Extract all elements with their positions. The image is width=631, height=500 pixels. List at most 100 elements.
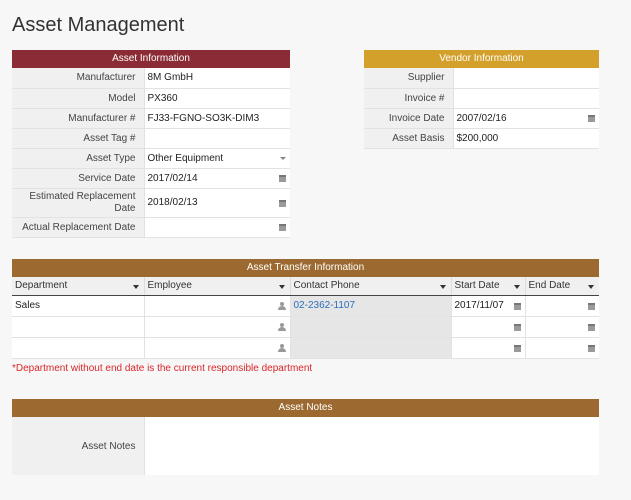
transfer-note: *Department without end date is the curr… xyxy=(12,363,313,374)
field-row-asset-basis: Asset Basis $200,000 xyxy=(364,128,599,149)
department-cell[interactable]: Sales xyxy=(12,295,145,317)
field-label: Service Date xyxy=(12,168,145,189)
column-label: Employee xyxy=(147,280,192,292)
start-date-cell[interactable] xyxy=(451,337,526,359)
calendar-icon[interactable] xyxy=(279,199,286,207)
table-row: Sales 02-2362-1107 2017/11/07 xyxy=(12,295,599,317)
asset-basis-field[interactable]: $200,000 xyxy=(453,128,599,149)
chevron-down-icon[interactable] xyxy=(280,157,286,160)
field-label: Model xyxy=(12,88,145,109)
field-label: Asset Tag # xyxy=(12,128,145,149)
asset-tag-field[interactable] xyxy=(144,128,290,149)
vendor-info-form: Supplier Invoice # Invoice Date 2007/02/… xyxy=(364,68,599,149)
calendar-icon[interactable] xyxy=(588,323,595,331)
department-cell[interactable] xyxy=(12,337,145,359)
table-row xyxy=(12,337,599,359)
field-row-manufacturer: Manufacturer 8M GmbH xyxy=(12,68,290,89)
field-row-asset-notes: Asset Notes xyxy=(12,417,599,475)
field-row-estimated-replacement-date: Estimated Replacement Date 2018/02/13 xyxy=(12,188,290,218)
department-cell[interactable] xyxy=(12,316,145,338)
grid-header-row: Department Employee Contact Phone Start … xyxy=(12,277,599,296)
column-header-end-date[interactable]: End Date xyxy=(525,277,599,296)
person-icon[interactable] xyxy=(277,322,286,331)
end-date-cell[interactable] xyxy=(525,316,599,338)
column-label: Start Date xyxy=(454,280,500,292)
model-field[interactable]: PX360 xyxy=(144,88,290,109)
estimated-replacement-date-value: 2018/02/13 xyxy=(147,197,198,208)
column-label: End Date xyxy=(528,280,571,292)
field-row-model: Model PX360 xyxy=(12,88,290,109)
calendar-icon[interactable] xyxy=(588,302,595,310)
table-row xyxy=(12,316,599,338)
start-date-value: 2017/11/07 xyxy=(454,300,504,311)
asset-notes-form: Asset Notes xyxy=(12,417,599,475)
field-label: Supplier xyxy=(364,68,454,89)
vendor-info-header: Vendor Information xyxy=(364,50,599,68)
person-icon[interactable] xyxy=(277,301,286,310)
employee-cell[interactable] xyxy=(144,316,291,338)
calendar-icon[interactable] xyxy=(513,323,521,331)
column-header-contact-phone[interactable]: Contact Phone xyxy=(290,277,452,296)
field-row-actual-replacement-date: Actual Replacement Date xyxy=(12,217,290,238)
contact-phone-link[interactable]: 02-2362-1107 xyxy=(294,300,356,311)
field-label: Invoice # xyxy=(364,88,454,109)
chevron-down-icon[interactable] xyxy=(588,285,594,289)
service-date-field[interactable]: 2017/02/14 xyxy=(144,168,290,189)
field-label: Actual Replacement Date xyxy=(12,217,145,238)
calendar-icon[interactable] xyxy=(513,344,521,352)
actual-replacement-date-field[interactable] xyxy=(144,217,290,238)
estimated-replacement-date-field[interactable]: 2018/02/13 xyxy=(144,188,290,218)
chevron-down-icon[interactable] xyxy=(132,285,139,289)
asset-notes-header: Asset Notes xyxy=(12,399,599,417)
field-label: Asset Type xyxy=(12,148,145,169)
person-icon[interactable] xyxy=(277,343,286,352)
column-header-start-date[interactable]: Start Date xyxy=(451,277,526,296)
field-label: Asset Notes xyxy=(12,417,145,475)
field-label: Manufacturer xyxy=(12,68,145,89)
transfer-grid: Department Employee Contact Phone Start … xyxy=(12,277,599,359)
field-row-service-date: Service Date 2017/02/14 xyxy=(12,168,290,189)
asset-notes-textarea[interactable] xyxy=(144,417,599,475)
manufacturer-field[interactable]: 8M GmbH xyxy=(144,68,290,89)
calendar-icon[interactable] xyxy=(588,344,595,352)
end-date-cell[interactable] xyxy=(525,337,599,359)
field-label: Asset Basis xyxy=(364,128,454,149)
column-header-department[interactable]: Department xyxy=(12,277,145,296)
contact-phone-cell: 02-2362-1107 xyxy=(290,295,452,317)
start-date-cell[interactable] xyxy=(451,316,526,338)
chevron-down-icon[interactable] xyxy=(278,285,285,289)
employee-cell[interactable] xyxy=(144,337,291,359)
transfer-info-header: Asset Transfer Information xyxy=(12,259,599,277)
asset-info-form: Manufacturer 8M GmbH Model PX360 Manufac… xyxy=(12,68,290,238)
asset-info-header: Asset Information xyxy=(12,50,290,68)
supplier-field[interactable] xyxy=(453,68,599,89)
contact-phone-cell xyxy=(290,316,452,338)
invoice-date-field[interactable]: 2007/02/16 xyxy=(453,108,599,129)
page-title: Asset Management xyxy=(12,14,185,36)
service-date-value: 2017/02/14 xyxy=(147,172,198,184)
field-row-asset-tag: Asset Tag # xyxy=(12,128,290,149)
field-row-invoice-date: Invoice Date 2007/02/16 xyxy=(364,108,599,129)
employee-cell[interactable] xyxy=(144,295,291,317)
invoice-number-field[interactable] xyxy=(453,88,599,109)
column-label: Contact Phone xyxy=(293,280,360,292)
asset-type-select[interactable]: Other Equipment xyxy=(144,148,290,169)
manufacturer-number-field[interactable]: FJ33-FGNO-SO3K-DIM3 xyxy=(144,108,290,129)
asset-type-value: Other Equipment xyxy=(147,152,224,164)
column-label: Department xyxy=(15,280,68,292)
chevron-down-icon[interactable] xyxy=(439,285,446,289)
field-row-manufacturer-number: Manufacturer # FJ33-FGNO-SO3K-DIM3 xyxy=(12,108,290,129)
start-date-cell[interactable]: 2017/11/07 xyxy=(451,295,526,317)
field-row-invoice-number: Invoice # xyxy=(364,88,599,109)
chevron-down-icon[interactable] xyxy=(513,285,520,289)
calendar-icon[interactable] xyxy=(279,175,286,182)
end-date-cell[interactable] xyxy=(525,295,599,317)
calendar-icon[interactable] xyxy=(513,302,521,310)
field-row-supplier: Supplier xyxy=(364,68,599,89)
field-label: Invoice Date xyxy=(364,108,454,129)
calendar-icon[interactable] xyxy=(279,224,286,231)
column-header-employee[interactable]: Employee xyxy=(144,277,291,296)
field-label: Manufacturer # xyxy=(12,108,145,129)
calendar-icon[interactable] xyxy=(588,115,595,122)
field-label: Estimated Replacement Date xyxy=(12,188,145,218)
